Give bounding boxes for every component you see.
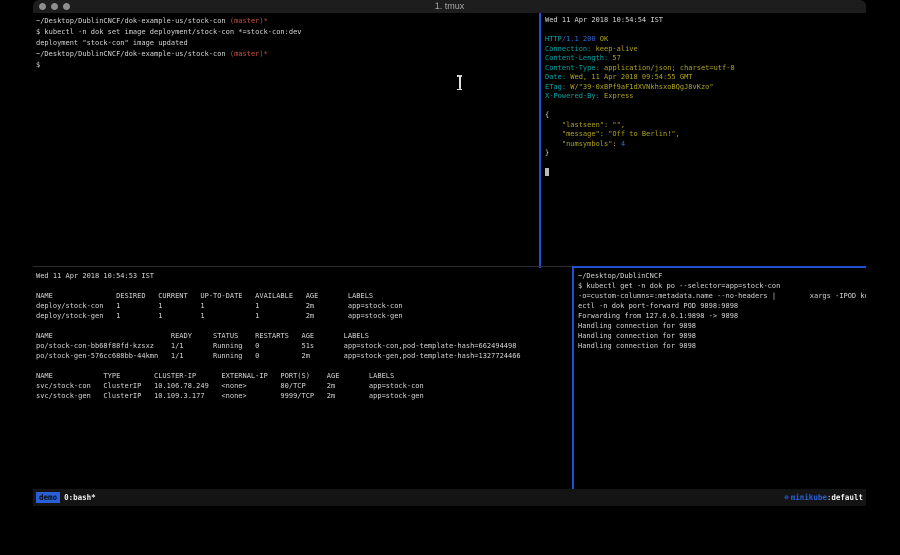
terminal-line: "numsymbols": 4 bbox=[545, 140, 866, 150]
terminal-line: HTTP/1.1 200 OK bbox=[545, 35, 866, 45]
pane-bottom-left-kubectl-watch[interactable]: Wed 11 Apr 2018 10:54:53 IST NAME DESIRE… bbox=[33, 268, 571, 489]
window-title: 1. tmux bbox=[33, 1, 866, 11]
terminal-line: deploy/stock-con 1 1 1 1 2m app=stock-co… bbox=[36, 301, 571, 311]
terminal-line: -o=custom-columns=:metadata.name --no-he… bbox=[578, 291, 866, 301]
terminal-line bbox=[36, 361, 571, 371]
terminal-line: Handling connection for 9898 bbox=[578, 321, 866, 331]
terminal-line: ETag: W/"39-0xBPf9aF1dXVNkhsxoBQgJ8vKzo" bbox=[545, 83, 866, 93]
pane-bottom-left-output: Wed 11 Apr 2018 10:54:53 IST NAME DESIRE… bbox=[33, 268, 571, 401]
terminal-line: Wed 11 Apr 2018 10:54:53 IST bbox=[36, 271, 571, 281]
terminal-line: ~/Desktop/DublinCNCF/dok-example-us/stoc… bbox=[36, 49, 539, 60]
ibeam-mouse-cursor bbox=[456, 75, 463, 90]
terminal-line: deployment "stock-con" image updated bbox=[36, 38, 539, 49]
window-tab-label[interactable]: 0:bash* bbox=[60, 493, 96, 502]
terminal-line bbox=[545, 168, 866, 178]
terminal-line: Wed 11 Apr 2018 10:54:54 IST bbox=[545, 16, 866, 26]
terminal-line: Content-Length: 57 bbox=[545, 54, 866, 64]
terminal-line: NAME DESIRED CURRENT UP-TO-DATE AVAILABL… bbox=[36, 291, 571, 301]
kube-cluster-label: minikube bbox=[791, 493, 827, 502]
terminal-line: "message": "Off to Berlin!", bbox=[545, 130, 866, 140]
pane-bottom-right-port-forward[interactable]: ~/Desktop/DublinCNCF$ kubectl get -n dok… bbox=[574, 268, 866, 489]
terminal-line: ~/Desktop/DublinCNCF/dok-example-us/stoc… bbox=[36, 16, 539, 27]
terminal-line: Connection: keep-alive bbox=[545, 45, 866, 55]
desktop-background: 1. tmux ~/Desktop/DublinCNCF/dok-example… bbox=[0, 0, 900, 555]
terminal-line: ectl -n dok port-forward POD 9898:9898 bbox=[578, 301, 866, 311]
terminal-line: $ kubectl get -n dok po --selector=app=s… bbox=[578, 281, 866, 291]
terminal-line bbox=[545, 26, 866, 36]
pane-top-left-shell[interactable]: ~/Desktop/DublinCNCF/dok-example-us/stoc… bbox=[33, 13, 539, 266]
pane-divider-horizontal-left[interactable] bbox=[33, 266, 572, 267]
terminal-line: po/stock-gen-576cc688bb-44kmn 1/1 Runnin… bbox=[36, 351, 571, 361]
terminal-line: X-Powered-By: Express bbox=[545, 92, 866, 102]
terminal-line: svc/stock-gen ClusterIP 10.109.3.177 <no… bbox=[36, 391, 571, 401]
terminal-line: } bbox=[545, 149, 866, 159]
terminal-line: Handling connection for 9898 bbox=[578, 331, 866, 341]
terminal-line: svc/stock-con ClusterIP 10.106.78.249 <n… bbox=[36, 381, 571, 391]
terminal-line: $ bbox=[36, 60, 539, 71]
terminal-line: Forwarding from 127.0.0.1:9898 -> 9898 bbox=[578, 311, 866, 321]
window-titlebar[interactable]: 1. tmux bbox=[33, 0, 866, 13]
pane-top-right-output: Wed 11 Apr 2018 10:54:54 IST HTTP/1.1 20… bbox=[541, 13, 866, 178]
terminal-line: ~/Desktop/DublinCNCF bbox=[578, 271, 866, 281]
session-name-badge: demo bbox=[36, 492, 60, 503]
pane-top-right-http-response[interactable]: Wed 11 Apr 2018 10:54:54 IST HTTP/1.1 20… bbox=[541, 13, 866, 266]
pane-top-left-output: ~/Desktop/DublinCNCF/dok-example-us/stoc… bbox=[33, 13, 539, 71]
terminal-line: { bbox=[545, 111, 866, 121]
tmux-status-bar: demo 0:bash* ☸ minikube : default bbox=[33, 489, 866, 506]
terminal-line: "lastseen": "", bbox=[545, 121, 866, 131]
terminal-line bbox=[545, 102, 866, 112]
terminal-line: deploy/stock-gen 1 1 1 1 2m app=stock-ge… bbox=[36, 311, 571, 321]
terminal-line bbox=[36, 281, 571, 291]
kube-namespace-label: default bbox=[831, 493, 863, 502]
terminal-line: po/stock-con-bb68f88fd-kzsxz 1/1 Running… bbox=[36, 341, 571, 351]
terminal-line: Date: Wed, 11 Apr 2018 09:54:55 GMT bbox=[545, 73, 866, 83]
pane-bottom-right-output: ~/Desktop/DublinCNCF$ kubectl get -n dok… bbox=[574, 268, 866, 351]
terminal-line: NAME READY STATUS RESTARTS AGE LABELS bbox=[36, 331, 571, 341]
terminal-line: $ kubectl -n dok set image deployment/st… bbox=[36, 27, 539, 38]
terminal-line: NAME TYPE CLUSTER-IP EXTERNAL-IP PORT(S)… bbox=[36, 371, 571, 381]
status-bar-left: demo 0:bash* bbox=[33, 492, 96, 503]
terminal-line: Content-Type: application/json; charset=… bbox=[545, 64, 866, 74]
terminal-window: 1. tmux ~/Desktop/DublinCNCF/dok-example… bbox=[33, 0, 866, 506]
terminal-line bbox=[545, 159, 866, 169]
kube-context-indicator: ☸ minikube : default bbox=[784, 493, 866, 502]
terminal-line: Handling connection for 9898 bbox=[578, 341, 866, 351]
terminal-line bbox=[36, 321, 571, 331]
